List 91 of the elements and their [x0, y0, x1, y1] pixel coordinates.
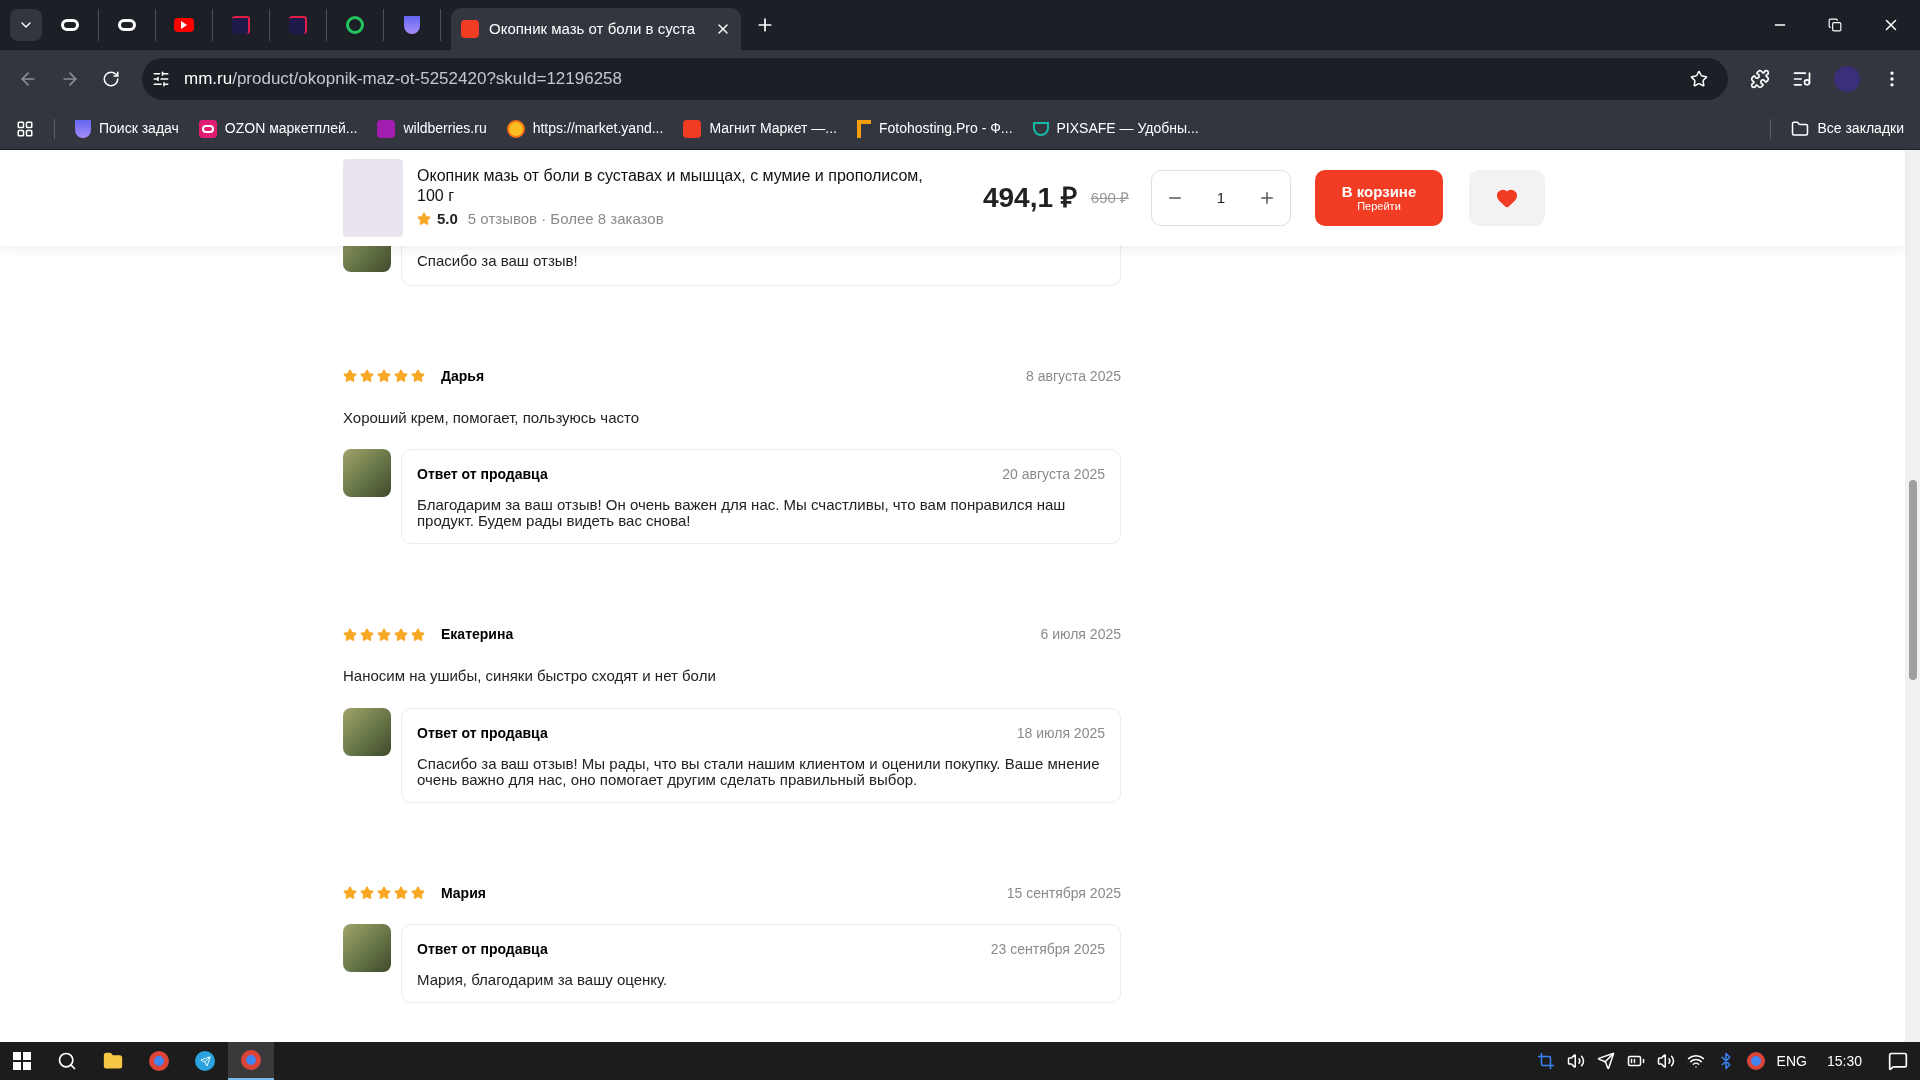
star-icon [377, 627, 391, 642]
rating-value: 5.0 [437, 208, 458, 229]
price: 494,1 ₽ [982, 181, 1077, 215]
folder-icon [1791, 119, 1810, 138]
tab-title: Окопник мазь от боли в суста [489, 18, 697, 39]
star-icon [360, 627, 374, 642]
folder-icon [103, 1051, 123, 1071]
reply-title: Ответ от продавца [417, 939, 548, 959]
bookmark-link[interactable]: PIXSAFE — Удобны... [1032, 118, 1199, 139]
logo-icon [683, 119, 702, 138]
logo-icon [506, 119, 525, 138]
url-text: mm.ru/product/okopnik-maz-ot-5252420?skuId=12196258 [184, 68, 624, 91]
old-price: 690 ₽ [1090, 187, 1129, 208]
review-text: Хороший крем, помогает, пользуюсь часто [343, 407, 641, 428]
photo-placeholder [343, 923, 391, 972]
reviews-meta: 5 отзывов · Более 8 заказов [467, 208, 664, 229]
review-date: 6 июля 2025 [1040, 625, 1121, 644]
restore-icon[interactable] [1828, 18, 1842, 32]
media-icon[interactable] [1792, 69, 1812, 89]
browser-tab[interactable]: Окопник мазь от боли в суста [451, 8, 741, 50]
bookmark-link[interactable]: Fotohosting.Pro - Ф... [856, 118, 1013, 139]
star-icon [411, 886, 425, 900]
product-title: Окопник мазь от боли в суставах и мышцах, с мумие и прополисом, 100 г [417, 165, 924, 206]
logo-icon [377, 119, 396, 138]
reply-text: Спасибо за ваш отзыв! Мы рады, что вы стали нашим клиентом и оценили покупку. Ваше мнение очень важно для нас, оно помогает другим сделать правильный выбор. [417, 755, 1101, 788]
reply-text: Спасибо за ваш отзыв! [417, 251, 579, 271]
quantity-stepper[interactable]: 1 [1151, 170, 1291, 226]
quantity-value: 1 [1216, 187, 1226, 208]
reply-title: Ответ от продавца [417, 723, 548, 743]
star-icon [411, 369, 425, 383]
star-icon [377, 886, 391, 900]
star-icon [394, 627, 408, 642]
star-icon [411, 627, 425, 642]
apps-grid-icon[interactable] [16, 119, 34, 138]
volume-icon[interactable] [1656, 1052, 1675, 1070]
reply-date: 18 июля 2025 [1016, 723, 1105, 743]
paper-plane-icon [199, 1055, 211, 1067]
reply-text: Благодарим за ваш отзыв! Он очень важен для нас. Мы счастливы, что вам понравился наш продукт. Будем рады видеть вас снова! [417, 497, 1067, 529]
tab-search-button[interactable] [10, 9, 42, 41]
play-icon [174, 18, 194, 32]
scrollbar[interactable] [1905, 150, 1920, 1042]
star-icon [394, 369, 408, 383]
speaker-icon[interactable] [1566, 1052, 1585, 1070]
star-icon [343, 627, 357, 642]
extensions-icon[interactable] [1750, 69, 1770, 89]
favorite-button[interactable] [1469, 170, 1545, 226]
reply-date: 23 сентября 2025 [990, 939, 1105, 959]
site-settings-icon[interactable] [152, 70, 170, 88]
language-indicator[interactable]: ENG [1776, 1050, 1807, 1072]
reply-title: Ответ от продавца [417, 465, 548, 484]
reply-text: Мария, благодарим за вашу оценку. [417, 971, 669, 988]
ring-logo-icon [198, 119, 217, 138]
shield-logo-icon [404, 16, 420, 34]
star-icon [394, 886, 408, 900]
photo-placeholder [343, 449, 391, 497]
logo-icon [856, 119, 871, 138]
star-icon [377, 369, 391, 383]
plus-icon[interactable] [1258, 189, 1276, 207]
star-icon [360, 886, 374, 900]
reviewer-name: Дарья [441, 366, 485, 386]
review-text: Наносим на ушибы, синяки быстро сходят и нет боли [343, 666, 717, 686]
reload-icon[interactable] [102, 70, 120, 88]
heart-icon [1496, 187, 1518, 209]
reviewer-name: Мария [441, 883, 486, 903]
ring-icon [346, 16, 364, 34]
bookmark-link[interactable]: OZON маркетплей... [198, 118, 358, 139]
logo-icon [461, 20, 479, 38]
cart-button[interactable]: В корзине Перейти [1315, 170, 1443, 226]
bookmark-link[interactable]: Поиск задач [75, 118, 179, 139]
star-icon [343, 886, 357, 900]
ring-icon [118, 19, 136, 31]
bookmark-link[interactable]: Магнит Маркет —... [683, 118, 837, 139]
star-icon [343, 369, 357, 383]
photo-placeholder [343, 707, 391, 756]
bookmark-link[interactable]: https://market.yand... [506, 118, 664, 139]
all-bookmarks-link[interactable]: Все закладки [1791, 118, 1904, 139]
clock[interactable]: 15:30 [1826, 1050, 1862, 1072]
bookmark-star-icon[interactable] [1690, 70, 1708, 88]
notifications-icon[interactable] [1888, 1051, 1908, 1071]
wifi-icon[interactable] [1686, 1052, 1705, 1070]
reply-date: 20 августа 2025 [1002, 465, 1105, 484]
reviewer-name: Екатерина [441, 625, 514, 644]
review-date: 15 сентября 2025 [1006, 883, 1121, 903]
star-icon [360, 369, 374, 383]
review-date: 8 августа 2025 [1026, 366, 1121, 386]
star-icon [417, 212, 431, 226]
bookmark-link[interactable]: wildberries.ru [377, 118, 487, 139]
search-icon [57, 1051, 77, 1071]
address-bar[interactable]: mm.ru/product/okopnik-maz-ot-5252420?skuId=12196258 [142, 58, 1728, 100]
ring-icon [61, 19, 79, 31]
shield-logo-icon [75, 119, 91, 138]
